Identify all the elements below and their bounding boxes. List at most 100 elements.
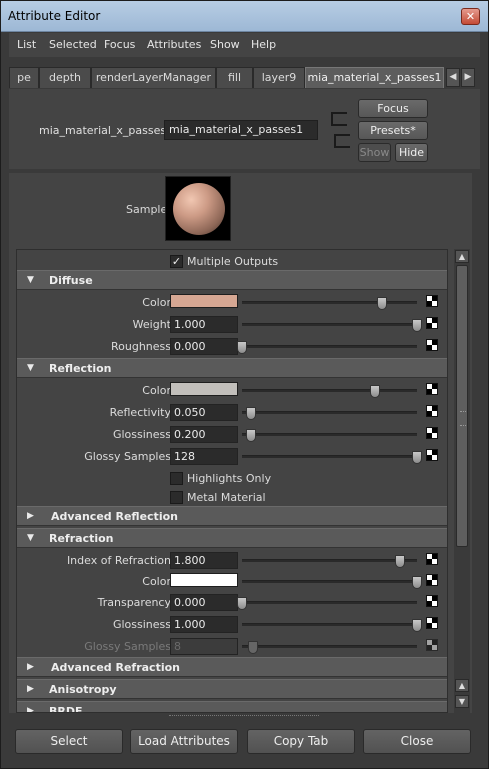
attr-label: Color (142, 384, 171, 397)
refraction-glossiness-field[interactable]: 1.000 (170, 616, 238, 633)
slider-handle[interactable] (245, 429, 256, 442)
node-name-field[interactable]: mia_material_x_passes1 (164, 120, 318, 140)
slider-track[interactable] (242, 429, 417, 442)
menu-help[interactable]: Help (251, 38, 276, 51)
resize-grip[interactable] (169, 715, 319, 719)
diffuse-color-swatch[interactable] (170, 294, 238, 308)
reflection-glossy-samples-field[interactable]: 128 (170, 448, 238, 465)
map-texture-icon[interactable] (426, 449, 438, 461)
tab-renderlayermanager[interactable]: renderLayerManager (91, 67, 216, 88)
reflection-color-swatch[interactable] (170, 382, 238, 396)
map-texture-icon[interactable] (426, 617, 438, 629)
slider-handle[interactable] (370, 385, 380, 398)
slider-track[interactable] (242, 576, 422, 589)
metal-material-checkbox[interactable] (170, 491, 183, 504)
reflectivity-field[interactable]: 0.050 (170, 404, 238, 421)
slider-track[interactable] (242, 297, 417, 310)
menu-show[interactable]: Show (210, 38, 240, 51)
refraction-color-swatch[interactable] (170, 573, 238, 587)
slider-track[interactable] (242, 319, 422, 332)
section-reflection[interactable]: ▼ Reflection (17, 358, 447, 378)
section-title: Refraction (49, 532, 114, 545)
multiple-outputs-checkbox[interactable]: ✓ (170, 255, 183, 268)
tab-depth[interactable]: depth (39, 67, 91, 88)
node-name-label: mia_material_x_passes: (39, 124, 170, 137)
grip-icon (460, 411, 466, 426)
map-texture-icon[interactable] (426, 295, 438, 307)
tab-scroll-left-icon[interactable]: ◀ (446, 68, 460, 87)
map-texture-icon[interactable] (426, 427, 438, 439)
slider-handle[interactable] (377, 297, 387, 310)
focus-button[interactable]: Focus (358, 99, 428, 118)
slider-track[interactable] (242, 619, 422, 632)
load-attributes-button[interactable]: Load Attributes (130, 729, 238, 754)
attr-label: Glossy Samples (84, 450, 171, 463)
select-button[interactable]: Select (15, 729, 123, 754)
slider-track[interactable] (237, 341, 417, 354)
menu-selected[interactable]: Selected (49, 38, 97, 51)
attr-label: Glossiness (112, 618, 171, 631)
slider-track[interactable] (242, 451, 422, 464)
slider-track[interactable] (242, 385, 417, 398)
input-connection-icon[interactable] (331, 112, 347, 126)
hide-button[interactable]: Hide (395, 143, 428, 162)
multiple-outputs-row: ✓ Multiple Outputs (17, 251, 447, 271)
slider-track[interactable] (237, 597, 417, 610)
close-button[interactable]: Close (363, 729, 471, 754)
diffuse-roughness-field[interactable]: 0.000 (170, 338, 238, 355)
slider-handle[interactable] (412, 619, 422, 632)
highlights-only-checkbox[interactable] (170, 472, 183, 485)
menu-list[interactable]: List (17, 38, 36, 51)
tab-layer9[interactable]: layer9 (253, 67, 305, 88)
presets-button[interactable]: Presets* (358, 121, 428, 140)
transparency-field[interactable]: 0.000 (170, 594, 238, 611)
node-tab-bar: pe depth renderLayerManager fill layer9 … (9, 67, 480, 88)
slider-handle[interactable] (245, 407, 256, 420)
title-bar[interactable]: Attribute Editor ✕ (1, 1, 488, 32)
map-texture-icon (426, 639, 438, 651)
vertical-scrollbar[interactable]: ▲ ▲ ▼ (454, 249, 470, 713)
attr-label: Color (142, 296, 171, 309)
scrollbar-thumb[interactable] (456, 265, 468, 547)
tab-scroll-right-icon[interactable]: ▶ (461, 68, 475, 87)
tab-fill[interactable]: fill (216, 67, 253, 88)
map-texture-icon[interactable] (426, 595, 438, 607)
reflection-glossiness-field[interactable]: 0.200 (170, 426, 238, 443)
map-texture-icon[interactable] (426, 574, 438, 586)
attr-label: Color (142, 575, 171, 588)
show-button[interactable]: Show (358, 143, 391, 162)
slider-handle[interactable] (412, 319, 422, 332)
slider-handle[interactable] (412, 576, 422, 589)
output-connection-icon[interactable] (334, 134, 350, 148)
slider-track[interactable] (242, 555, 417, 568)
slider-handle[interactable] (237, 597, 247, 610)
slider-track[interactable] (242, 407, 417, 420)
map-texture-icon[interactable] (426, 317, 438, 329)
copy-tab-button[interactable]: Copy Tab (247, 729, 355, 754)
menu-attributes[interactable]: Attributes (147, 38, 201, 51)
menu-focus[interactable]: Focus (104, 38, 135, 51)
diffuse-weight-field[interactable]: 1.000 (170, 316, 238, 333)
slider-handle[interactable] (412, 451, 422, 464)
section-refraction[interactable]: ▼ Refraction (17, 528, 447, 548)
section-advanced-reflection[interactable]: ▶ Advanced Reflection (17, 506, 447, 526)
expand-arrow-icon: ▶ (27, 684, 34, 694)
map-texture-icon[interactable] (426, 405, 438, 417)
slider-handle[interactable] (237, 341, 247, 354)
tab-mia-material-x-passes1[interactable]: mia_material_x_passes1 (305, 67, 444, 88)
close-icon[interactable]: ✕ (461, 8, 480, 25)
tab-pe[interactable]: pe (9, 67, 39, 88)
slider-handle[interactable] (394, 555, 405, 568)
section-diffuse[interactable]: ▼ Diffuse (17, 270, 447, 290)
scroll-down-icon[interactable]: ▼ (455, 695, 469, 708)
diffuse-color-row: Color (17, 292, 447, 312)
ior-field[interactable]: 1.800 (170, 552, 238, 569)
scroll-up-icon[interactable]: ▲ (455, 250, 469, 263)
section-anisotropy[interactable]: ▶ Anisotropy (17, 679, 447, 699)
map-texture-icon[interactable] (426, 383, 438, 395)
section-advanced-refraction[interactable]: ▶ Advanced Refraction (17, 657, 447, 677)
section-brdf[interactable]: ▶ BRDF (17, 701, 447, 712)
scroll-up-icon[interactable]: ▲ (455, 679, 469, 692)
map-texture-icon[interactable] (426, 553, 438, 565)
map-texture-icon[interactable] (426, 339, 438, 351)
